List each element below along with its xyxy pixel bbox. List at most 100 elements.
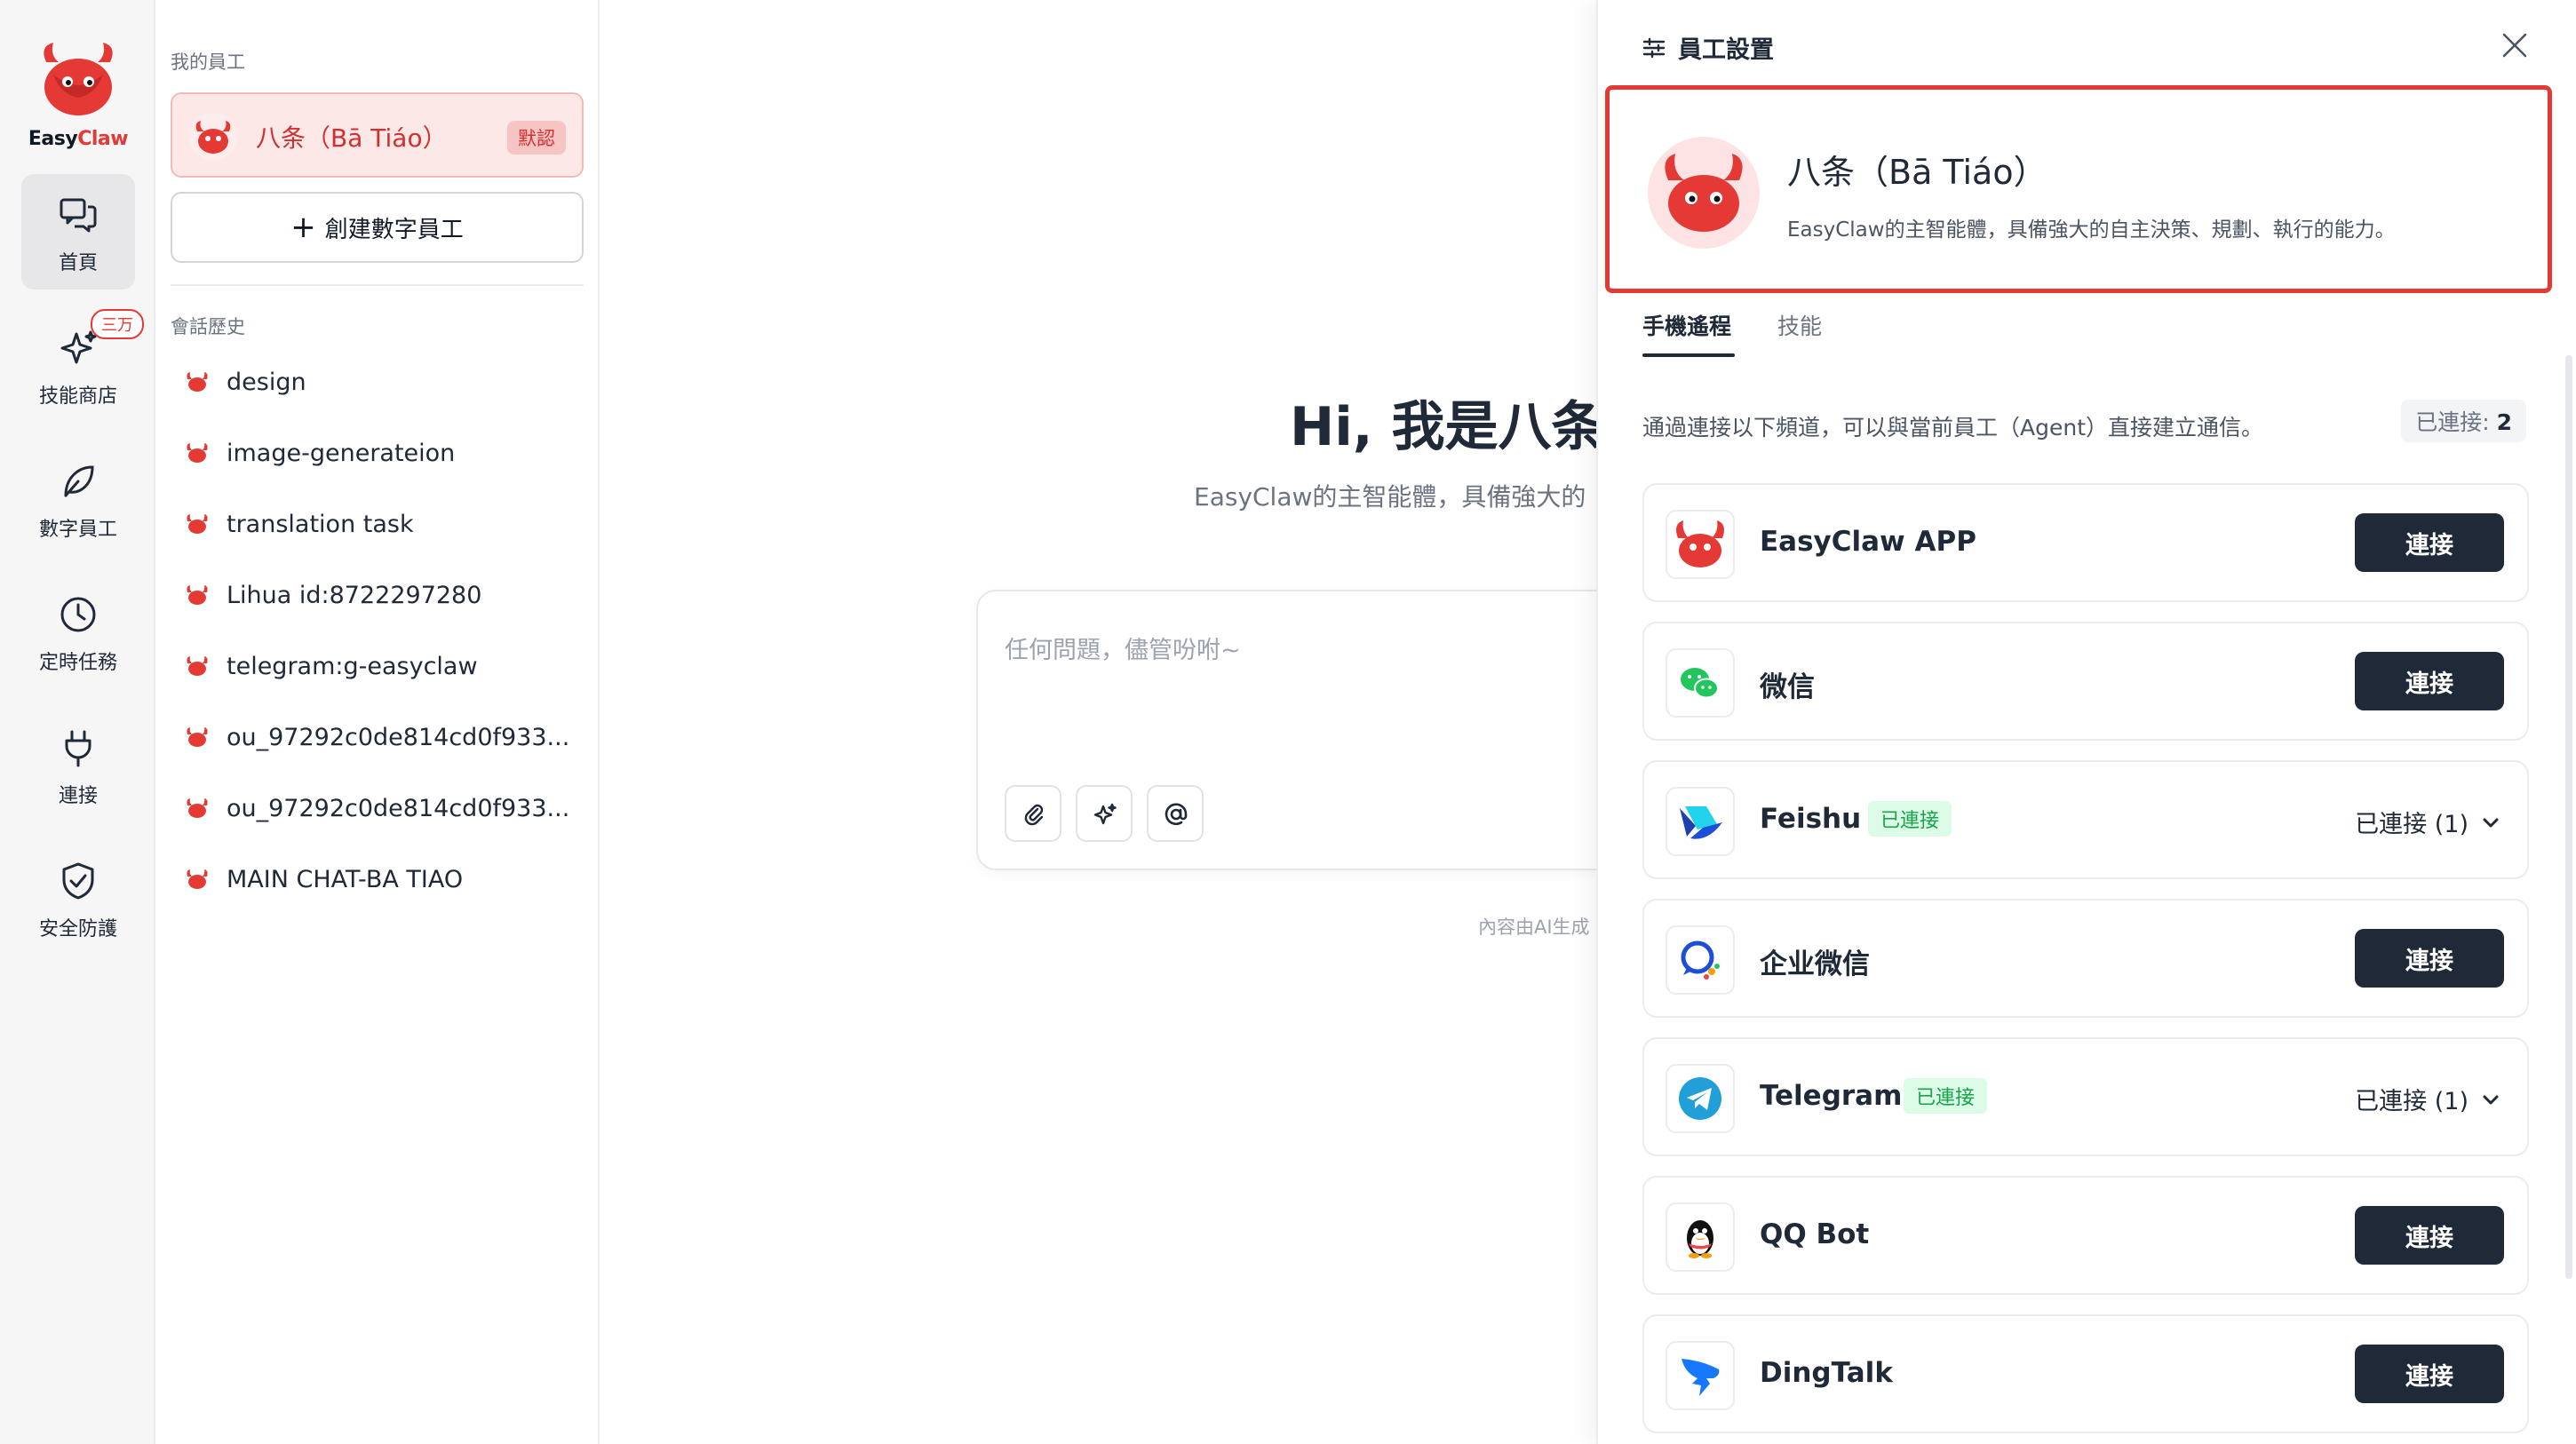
history-item[interactable]: design [184, 364, 584, 400]
my-employees-heading: 我的員工 [171, 52, 245, 73]
history-item[interactable]: image-generateion [184, 435, 584, 471]
skill-button[interactable] [1076, 785, 1133, 842]
employee-settings-panel: 員工設置 八条（Bā Tiáo） EasyClaw的主智能體，具備強大的自主決策… [1596, 0, 2576, 1444]
channel-card-easyclaw: EasyClaw APP 連接 [1642, 483, 2529, 602]
connect-button[interactable]: 連接 [2355, 929, 2504, 988]
chat-bubbles-icon [60, 198, 97, 233]
channel-name: Feishu [1760, 803, 1862, 835]
dingtalk-icon [1666, 1341, 1735, 1410]
employee-sidebar: 我的員工 八条（Bā Tiáo） 默認 + 創建數字員工 會話歷史 design… [157, 0, 600, 1444]
channel-card-wecom: 企业微信 連接 [1642, 899, 2529, 1018]
history-item-label: translation task [227, 510, 414, 538]
channel-name: DingTalk [1760, 1357, 1893, 1389]
app-logo[interactable]: EasyClaw [27, 36, 130, 150]
connected-state-dropdown[interactable]: 已連接 (1) [2355, 805, 2502, 839]
history-item[interactable]: telegram:g-easyclaw [184, 648, 584, 684]
nav-home[interactable]: 首頁 [21, 174, 135, 290]
feishu-icon [1666, 787, 1735, 856]
greeting-subtitle: EasyClaw的主智能體，具備強大的 [1194, 482, 1586, 512]
connected-state-label: 已連接 (1) [2355, 1088, 2469, 1115]
history-item-label: MAIN CHAT-BA TIAO [227, 865, 464, 893]
nav-scheduled-tasks[interactable]: 定時任務 [21, 574, 135, 689]
sparkle-icon [1093, 803, 1117, 825]
app-wordmark: EasyClaw [27, 128, 130, 150]
connect-button[interactable]: 連接 [2355, 1206, 2504, 1265]
employee-card-selected[interactable]: 八条（Bā Tiáo） 默認 [171, 92, 584, 178]
left-nav-rail: EasyClaw 首頁 技能商店 三万 數字員工 定時任務 連接 安全防護 [0, 0, 155, 1444]
at-sign-icon [1165, 803, 1188, 826]
nav-scheduled-tasks-label: 定時任務 [38, 652, 117, 674]
panel-scrollbar[interactable] [2565, 355, 2572, 1279]
channel-card-feishu: Feishu 已連接 已連接 (1) [1642, 760, 2529, 879]
history-item-label: ou_97292c0de814cd0f933... [227, 794, 570, 822]
leaf-icon [64, 465, 94, 497]
plug-icon [65, 730, 91, 767]
sliders-icon [1642, 37, 1666, 58]
close-icon[interactable] [2500, 30, 2530, 60]
history-heading: 會話歷史 [171, 316, 245, 337]
sidebar-divider [171, 284, 584, 286]
panel-header: 員工設置 [1641, 30, 1774, 65]
channel-name: Telegram [1760, 1080, 1903, 1112]
crab-small-icon [187, 585, 208, 605]
panel-title: 員工設置 [1678, 36, 1774, 64]
channel-card-telegram: Telegram 已連接 已連接 (1) [1642, 1037, 2529, 1156]
chevron-down-icon [2483, 818, 2499, 827]
chat-input-placeholder[interactable]: 任何問題，儘管吩咐~ [1005, 631, 1241, 665]
connect-button[interactable]: 連接 [2355, 513, 2504, 572]
profile-description: EasyClaw的主智能體，具備強大的自主決策、規劃、執行的能力。 [1787, 218, 2396, 242]
crab-small-icon [187, 372, 208, 392]
nav-security[interactable]: 安全防護 [21, 840, 135, 956]
chat-composer[interactable]: 任何問題，儘管吩咐~ [976, 590, 1596, 870]
history-item-label: Lihua id:8722297280 [227, 581, 482, 609]
employee-name: 八条（Bā Tiáo） [256, 123, 448, 153]
history-item[interactable]: Lihua id:8722297280 [184, 577, 584, 613]
chevron-down-icon [2483, 1095, 2499, 1104]
history-item[interactable]: MAIN CHAT-BA TIAO [184, 861, 584, 897]
profile-name: 八条（Bā Tiáo） [1787, 153, 2047, 192]
active-tab-indicator [1642, 353, 1735, 357]
tab-mobile-remote[interactable]: 手機遙程 [1642, 309, 1731, 341]
crab-small-icon [187, 869, 208, 889]
crab-mascot-icon [44, 43, 113, 115]
employee-profile-card: 八条（Bā Tiáo） EasyClaw的主智能體，具備強大的自主決策、規劃、執… [1605, 85, 2552, 293]
history-item-label: design [227, 368, 306, 396]
history-item[interactable]: ou_97292c0de814cd0f933... [184, 719, 584, 755]
nav-digital-employee[interactable]: 數字員工 [21, 440, 135, 556]
create-employee-label: 創建數字員工 [324, 216, 464, 243]
create-employee-button[interactable]: + 創建數字員工 [171, 192, 584, 263]
connected-tag: 已連接 [1868, 801, 1952, 837]
channel-name: 微信 [1760, 671, 1815, 703]
connect-button[interactable]: 連接 [2355, 1345, 2504, 1403]
chat-main-area: Hi, 我是八条 EasyClaw的主智能體，具備強大的 任何問題，儘管吩咐~ … [601, 0, 1596, 1444]
wordmark-easy: Easy [28, 128, 78, 150]
connect-button[interactable]: 連接 [2355, 652, 2504, 710]
skill-store-badge: 三万 [91, 309, 144, 339]
tab-skills[interactable]: 技能 [1777, 309, 1822, 341]
channel-card-wechat: 微信 連接 [1642, 622, 2529, 741]
wechat-icon [1666, 648, 1735, 718]
channel-card-dingtalk: DingTalk 連接 [1642, 1314, 2529, 1433]
default-badge: 默認 [507, 121, 566, 155]
nav-connect-label: 連接 [58, 785, 98, 807]
history-item[interactable]: translation task [184, 506, 584, 542]
history-item-label: telegram:g-easyclaw [227, 652, 478, 680]
attach-button[interactable] [1005, 785, 1061, 842]
crab-avatar-icon [1648, 137, 1760, 249]
history-item-label: ou_97292c0de814cd0f933... [227, 723, 570, 751]
qq-penguin-icon [1666, 1202, 1735, 1272]
history-item[interactable]: ou_97292c0de814cd0f933... [184, 790, 584, 826]
telegram-icon [1666, 1064, 1735, 1133]
mention-button[interactable] [1147, 785, 1204, 842]
nav-connect[interactable]: 連接 [21, 707, 135, 822]
connected-tag: 已連接 [1904, 1078, 1988, 1114]
easyclaw-logo-icon [1666, 510, 1735, 579]
wecom-icon [1666, 925, 1735, 995]
crab-small-icon [187, 443, 208, 463]
crab-avatar-icon [189, 113, 237, 161]
channel-name: 企业微信 [1760, 948, 1870, 980]
channel-name: QQ Bot [1760, 1218, 1870, 1250]
clock-icon [60, 597, 96, 632]
connected-state-dropdown[interactable]: 已連接 (1) [2355, 1082, 2502, 1116]
channel-name: EasyClaw APP [1760, 526, 1976, 558]
